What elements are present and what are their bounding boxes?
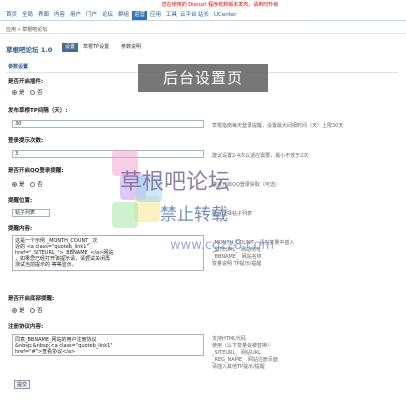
nav-item[interactable]: 界面 xyxy=(36,11,51,20)
tab-parameter-help[interactable]: 参数说明 xyxy=(118,43,144,52)
nav-item[interactable]: 内容 xyxy=(52,11,67,20)
nav-item[interactable]: 首页 xyxy=(4,11,19,20)
radio-checked-icon xyxy=(12,89,17,95)
open-plugin-label: 是否开启插件: xyxy=(8,79,44,85)
position-select[interactable]: 帖子列表 xyxy=(12,209,50,217)
nav-item[interactable]: 工具 xyxy=(164,11,179,20)
count-label: 登录提示次数: xyxy=(8,138,44,144)
update-notice[interactable]: 您在使用的 Discuz! 程序有新版本发布，请到时升级 xyxy=(120,1,320,9)
watermark-color-block xyxy=(112,202,138,228)
register-textarea[interactable]: 同意_BBNAME_网站的用户注册协议 &nbsp;&nbsp;<a class… xyxy=(12,334,204,356)
qq-remind-label: 是否开启QQ登录提醒: xyxy=(8,168,64,174)
watermark-text-url: www.cgzz8.com xyxy=(170,238,275,253)
bottom-remind-no-radio[interactable]: 否 xyxy=(30,306,43,314)
nav-item[interactable]: 门户 xyxy=(84,11,99,20)
qq-remind-yes-radio[interactable]: 是 xyxy=(12,180,25,188)
radio-unchecked-icon xyxy=(30,307,35,313)
nav-item[interactable]: 用户 xyxy=(68,11,83,20)
radio-unchecked-icon xyxy=(30,89,35,95)
tab-tp-settings[interactable]: 草根TP设置 xyxy=(80,43,112,52)
cycle-label: 发布草根TP间隔（天）: xyxy=(8,108,68,114)
nav-item[interactable]: 全局 xyxy=(20,11,35,20)
bottom-remind-yes-radio[interactable]: 是 xyxy=(12,306,25,314)
open-plugin-no-radio[interactable]: 否 xyxy=(30,88,43,96)
breadcrumb-text[interactable]: 应用 » 草根吧论坛 xyxy=(6,26,47,33)
open-plugin-yes-radio[interactable]: 是 xyxy=(12,88,25,96)
radio-checked-icon xyxy=(12,181,17,187)
bottom-remind-label: 是否开启底部提醒: xyxy=(8,296,55,302)
plugin-title: 草根吧论坛 1.0 xyxy=(6,46,53,54)
radio-checked-icon xyxy=(12,307,17,313)
content-label: 提醒内容: xyxy=(8,226,33,232)
register-hint: 支持HTML代码 使用（以下变量会被替换）： _SITEURL_ 网站URL _… xyxy=(212,336,278,370)
nav-item[interactable]: 论坛 xyxy=(100,11,115,20)
cycle-input[interactable]: 30 xyxy=(12,120,204,128)
nav-item[interactable]: 群组 xyxy=(116,11,131,20)
register-label: 注册协议内容: xyxy=(8,324,44,330)
tab-settings[interactable]: 设置 xyxy=(62,43,79,52)
count-input[interactable]: 3 xyxy=(12,150,204,158)
nav-item[interactable]: 应用 xyxy=(148,11,163,20)
watermark-text-site: 草根吧论坛 xyxy=(120,170,231,195)
radio-unchecked-icon xyxy=(30,181,35,187)
watermark-banner: 后台设置页 xyxy=(138,64,268,92)
nav-item[interactable]: 运营 xyxy=(132,11,148,20)
section-heading: 参数设置 xyxy=(8,64,29,70)
position-label: 提醒位置: xyxy=(8,198,33,204)
breadcrumb: 应用 » 草根吧论坛 xyxy=(0,24,406,34)
count-hint: 建议设置2-4次以适应需要，最小不低于2次 xyxy=(212,153,309,159)
top-navigation: 首页 全局 界面 内容 用户 门户 论坛 群组 运营 应用 工具 云平台 站长 UCenter xyxy=(0,9,406,21)
cycle-hint: 草根指南每天登录提醒，设置最大间隔时间（天）上限30天 xyxy=(212,123,344,129)
nav-item[interactable]: UCenter xyxy=(212,11,239,20)
submit-button[interactable]: 提交 xyxy=(14,380,30,389)
qq-remind-no-radio[interactable]: 否 xyxy=(30,180,43,188)
nav-item[interactable]: 站长 xyxy=(196,11,211,20)
watermark-text-noreprint: 禁止转载 xyxy=(160,205,228,225)
